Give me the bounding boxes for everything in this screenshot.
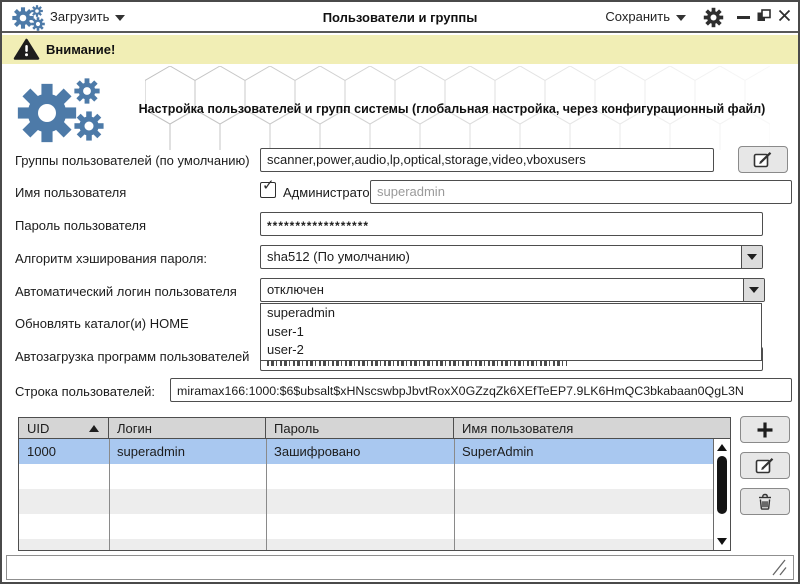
autologin-dropdown-list: superadmin user-1 user-2 bbox=[260, 303, 762, 361]
scroll-up-icon[interactable] bbox=[714, 441, 730, 454]
edit-icon bbox=[753, 151, 773, 169]
scroll-down-icon[interactable] bbox=[714, 535, 730, 548]
edit-user-button[interactable] bbox=[740, 452, 790, 479]
autologin-select-value: отключен bbox=[267, 282, 324, 297]
column-separator bbox=[109, 439, 110, 550]
cell-uid: 1000 bbox=[19, 439, 109, 464]
add-user-button[interactable] bbox=[740, 416, 790, 443]
password-label: Пароль пользователя bbox=[15, 218, 146, 233]
admin-checkbox-label: Администратор bbox=[283, 185, 377, 200]
resize-grip[interactable] bbox=[769, 559, 788, 576]
status-bar bbox=[6, 555, 794, 580]
autologin-label: Автоматический логин пользователя bbox=[15, 284, 237, 299]
chevron-down-icon[interactable] bbox=[743, 279, 764, 301]
table-row-selected[interactable]: 1000 superadmin Зашифровано SuperAdmin bbox=[19, 439, 713, 464]
header-gears-icon bbox=[14, 78, 108, 144]
settings-gear-icon[interactable] bbox=[703, 7, 724, 28]
userline-input[interactable]: miramax166:1000:$6$ubsalt$xHNscswbpJbvtR… bbox=[170, 378, 792, 402]
header-caption: Настройка пользователей и групп системы … bbox=[106, 102, 798, 116]
username-input[interactable]: superadmin bbox=[370, 180, 792, 204]
hash-select-value: sha512 (По умолчанию) bbox=[267, 249, 410, 264]
edit-icon bbox=[755, 457, 775, 475]
warning-icon bbox=[13, 38, 40, 61]
users-table: UID Логин Пароль Имя пользователя 1000 s… bbox=[18, 417, 731, 551]
scrollbar-thumb[interactable] bbox=[717, 456, 727, 514]
sort-asc-icon bbox=[89, 425, 99, 432]
delete-user-button[interactable] bbox=[740, 488, 790, 515]
caret-down-icon bbox=[676, 15, 686, 21]
hash-label: Алгоритм хэширования пароля: bbox=[15, 251, 207, 266]
warning-text: Внимание! bbox=[46, 42, 115, 57]
save-button-label: Сохранить bbox=[605, 9, 670, 24]
cell-login: superadmin bbox=[109, 439, 266, 464]
app-window: Загрузить Пользователи и группы Сохранит… bbox=[0, 0, 800, 584]
cell-name: SuperAdmin bbox=[454, 439, 713, 464]
checkmark-icon: ✓ bbox=[262, 176, 275, 194]
chevron-down-icon[interactable] bbox=[741, 246, 762, 268]
minimize-button[interactable] bbox=[737, 16, 750, 19]
groups-edit-button[interactable] bbox=[738, 146, 788, 173]
table-header: UID Логин Пароль Имя пользователя bbox=[19, 418, 730, 439]
home-label: Обновлять каталог(и) HOME bbox=[15, 316, 189, 331]
table-row-empty[interactable] bbox=[19, 539, 713, 550]
userline-label: Строка пользователей: bbox=[15, 384, 155, 399]
groups-label: Группы пользователей (по умолчанию) bbox=[15, 153, 250, 168]
save-button[interactable]: Сохранить bbox=[605, 9, 686, 24]
maximize-button[interactable] bbox=[757, 9, 771, 22]
hash-select[interactable]: sha512 (По умолчанию) bbox=[260, 245, 763, 269]
clipped-text-fragment bbox=[267, 361, 567, 366]
column-header-name[interactable]: Имя пользователя bbox=[454, 418, 730, 438]
admin-checkbox[interactable]: ✓ bbox=[260, 182, 276, 198]
titlebar: Загрузить Пользователи и группы Сохранит… bbox=[2, 2, 798, 33]
close-button[interactable] bbox=[778, 9, 791, 22]
table-row-empty[interactable] bbox=[19, 514, 713, 539]
column-separator bbox=[266, 439, 267, 550]
cell-password: Зашифровано bbox=[266, 439, 454, 464]
autologin-option[interactable]: user-2 bbox=[261, 341, 761, 360]
table-scrollbar[interactable] bbox=[713, 439, 730, 550]
autologin-option[interactable]: user-1 bbox=[261, 323, 761, 342]
groups-input[interactable]: scanner,power,audio,lp,optical,storage,v… bbox=[260, 148, 714, 172]
warning-bar: Внимание! bbox=[2, 35, 798, 64]
column-separator bbox=[454, 439, 455, 550]
trash-icon bbox=[757, 493, 773, 511]
table-row-empty[interactable] bbox=[19, 489, 713, 514]
autologin-select[interactable]: отключен bbox=[260, 278, 765, 302]
column-header-login[interactable]: Логин bbox=[109, 418, 266, 438]
table-body: 1000 superadmin Зашифровано SuperAdmin bbox=[19, 439, 713, 550]
autologin-option[interactable]: superadmin bbox=[261, 304, 761, 323]
column-header-uid[interactable]: UID bbox=[19, 418, 109, 438]
plus-icon bbox=[756, 421, 774, 439]
table-row-empty[interactable] bbox=[19, 464, 713, 489]
column-header-password[interactable]: Пароль bbox=[266, 418, 454, 438]
password-input[interactable]: ****************** bbox=[260, 212, 763, 236]
autostart-label: Автозагрузка программ пользователей bbox=[15, 349, 249, 364]
username-label: Имя пользователя bbox=[15, 185, 126, 200]
